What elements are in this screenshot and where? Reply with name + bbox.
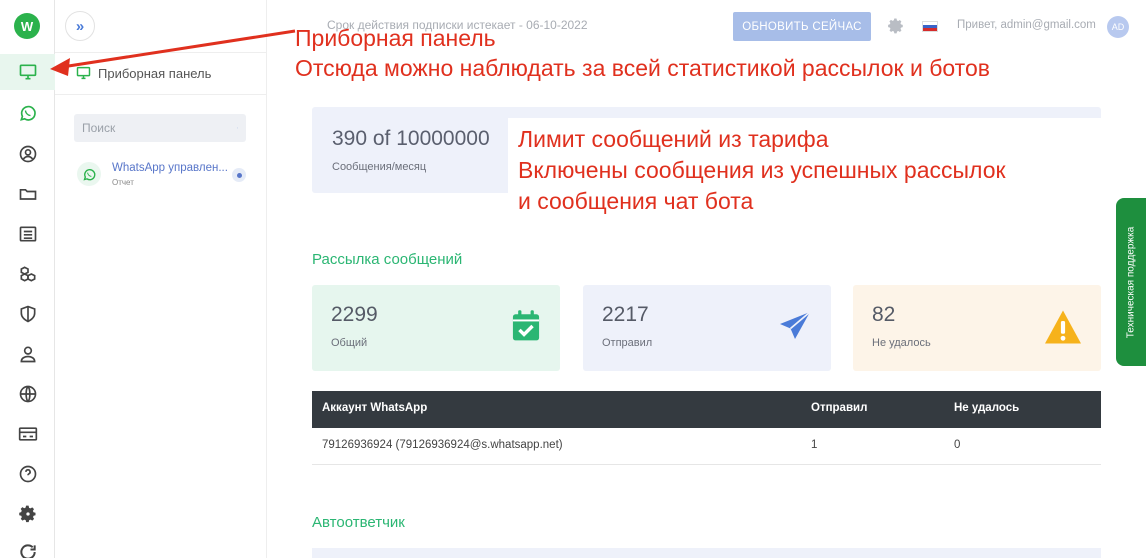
list-icon (19, 226, 36, 242)
search-box (74, 114, 246, 142)
warning-icon (1045, 310, 1081, 344)
autoresponder-section-title: Автоответчик (312, 514, 405, 531)
language-flag-icon[interactable] (922, 21, 938, 32)
gear-icon[interactable] (887, 17, 905, 35)
rail-item-modules[interactable] (0, 256, 55, 292)
broadcast-section-title: Рассылка сообщений (312, 251, 463, 268)
table-cell: 1 (811, 439, 818, 451)
annotation-text: Отсюда можно наблюдать за всей статистик… (295, 55, 990, 81)
refresh-icon (19, 544, 36, 558)
column-header: Аккаунт WhatsApp (322, 402, 428, 414)
rail-item-settings[interactable] (0, 496, 55, 532)
column-header: Не удалось (954, 402, 1020, 414)
calendar-check-icon (512, 310, 540, 341)
divider (55, 94, 267, 95)
user-circle-icon (19, 145, 36, 163)
rail-item-whatsapp[interactable] (0, 95, 55, 131)
stat-card-total: 2299 Общий (312, 285, 560, 371)
account-list-item[interactable]: WhatsApp управлен... Отчет (77, 160, 249, 194)
message-limit-label: Сообщения/месяц (332, 161, 427, 173)
stat-label: Общий (331, 337, 368, 349)
column-header: Отправил (811, 402, 868, 414)
support-tab[interactable]: Техническая поддержка (1116, 198, 1146, 366)
accounts-table: Аккаунт WhatsApp Отправил Не удалось 791… (312, 391, 1101, 465)
rail-item-lists[interactable] (0, 216, 55, 252)
search-input[interactable] (82, 121, 237, 135)
rail-item-security[interactable] (0, 296, 55, 332)
whatsapp-icon (77, 162, 101, 186)
annotation-text: и сообщения чат бота (518, 188, 754, 214)
search-icon[interactable] (237, 121, 238, 135)
table-cell: 79126936924 (79126936924@s.whatsapp.net) (322, 439, 563, 451)
stat-label: Не удалось (872, 337, 931, 349)
folder-icon (19, 189, 36, 200)
stat-value: 2299 (331, 303, 378, 326)
support-tab-label: Техническая поддержка (1125, 226, 1137, 338)
annotation-text: Приборная панель (295, 25, 496, 51)
help-icon (19, 465, 36, 483)
account-name: WhatsApp управлен... (112, 162, 228, 174)
rail-item-refresh[interactable] (0, 534, 55, 558)
account-subtitle: Отчет (112, 178, 134, 187)
autoresponder-card (312, 548, 1101, 558)
rail-item-language[interactable] (0, 376, 55, 412)
stat-value: 82 (872, 303, 896, 326)
paper-plane-icon (780, 311, 811, 339)
stat-value: 2217 (602, 303, 649, 326)
rail-item-profile[interactable] (0, 136, 55, 172)
rail-item-help[interactable] (0, 456, 55, 492)
annotation-arrow-icon (50, 29, 296, 76)
table-cell: 0 (954, 439, 961, 451)
person-icon (19, 346, 36, 363)
shield-icon (20, 305, 35, 323)
gear-icon (18, 505, 35, 523)
table-header: Аккаунт WhatsApp Отправил Не удалось (312, 391, 1101, 428)
card-icon (18, 427, 37, 441)
rail-item-billing[interactable] (0, 416, 55, 452)
stat-label: Отправил (602, 337, 653, 349)
monitor-icon (19, 64, 36, 80)
update-now-button[interactable]: ОБНОВИТЬ СЕЙЧАС (733, 12, 871, 41)
avatar[interactable]: AD (1107, 16, 1129, 38)
user-greeting: Привет, admin@gmail.com (957, 19, 1096, 31)
stat-card-failed: 82 Не удалось (853, 285, 1101, 371)
stat-card-sent: 2217 Отправил (583, 285, 831, 371)
globe-icon (19, 385, 36, 403)
cubes-icon (20, 266, 35, 282)
annotation-text: Лимит сообщений из тарифа (518, 126, 829, 152)
app-logo[interactable]: W (14, 13, 40, 39)
message-limit-value: 390 of 10000000 (332, 127, 490, 150)
status-dot (232, 168, 246, 182)
rail-item-user[interactable] (0, 336, 55, 372)
app-window: W » Приборная панель Поиск WhatsApp упра… (0, 0, 1146, 558)
rail-item-files[interactable] (0, 176, 55, 212)
whatsapp-icon (19, 105, 36, 121)
table-row: 79126936924 (79126936924@s.whatsapp.net)… (312, 428, 1101, 465)
annotation-text: Включены сообщения из успешных рассылок (518, 157, 1006, 183)
